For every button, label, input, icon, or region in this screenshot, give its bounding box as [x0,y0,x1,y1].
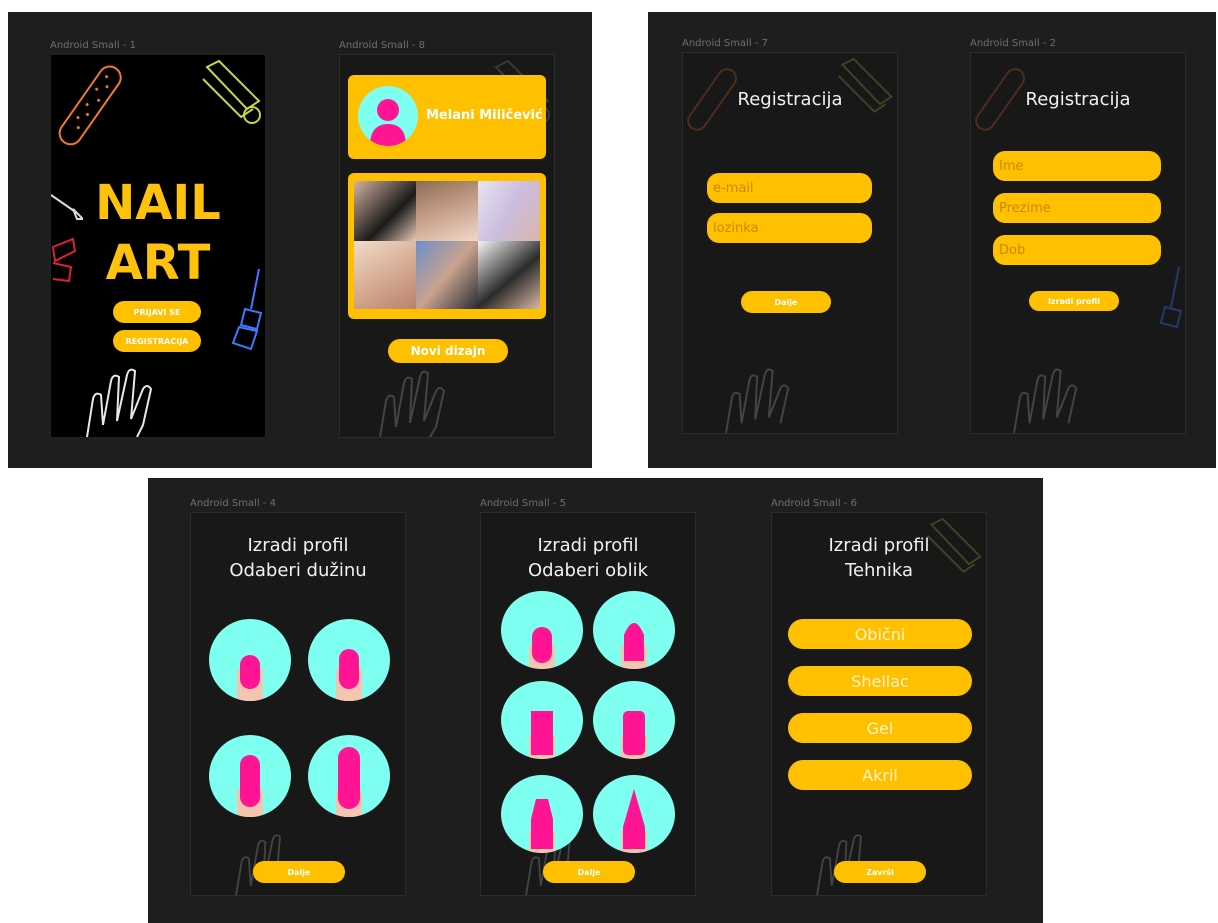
profile-card: Melani Miličević [348,75,546,159]
gallery-photo[interactable] [354,181,416,241]
gallery-photo[interactable] [478,181,540,241]
screen-choose-shape: Izradi profil Odaberi oblik Dalje [480,512,696,896]
technique-option-acrylic[interactable]: Akril [788,760,972,790]
gallery [348,173,546,319]
page-title-line1: Izradi profil [828,535,930,556]
screen-splash: NAIL ART PRIJAVI SE REGISTRACIJA [50,54,266,438]
frame-label: Android Small - 2 [970,38,1056,49]
email-field[interactable]: e-mail [707,173,872,203]
screen-profile: Melani Miličević Novi dizajn [339,54,555,438]
nail-file-icon [58,65,122,146]
length-option-medium[interactable] [308,619,390,701]
next-button[interactable]: Dalje [741,291,831,313]
screen-register-step1: Registracija e-mail lozinka Dalje [682,52,898,434]
user-avatar-icon [358,86,418,146]
hand-icon [86,368,153,437]
technique-option-regular[interactable]: Obični [788,619,972,649]
gallery-photo[interactable] [354,241,416,309]
page-title-line1: Izradi profil [247,535,349,556]
shape-option-coffin[interactable] [501,775,583,853]
shape-option-stiletto[interactable] [593,775,675,853]
frame-label: Android Small - 1 [50,40,136,51]
hand-icon [1013,368,1078,433]
technique-option-gel[interactable]: Gel [788,713,972,743]
gallery-photo[interactable] [478,241,540,309]
canvas-bottom: Android Small - 4 Android Small - 5 Andr… [148,478,1043,923]
age-field[interactable]: Dob [993,235,1161,265]
shape-option-round[interactable] [501,591,583,669]
page-title-line2: Odaberi oblik [527,560,649,581]
next-button[interactable]: Dalje [253,861,345,883]
canvas-top-right: Android Small - 7 Android Small - 2 Regi… [648,12,1216,468]
page-title-line2: Tehnika [845,560,913,581]
password-field[interactable]: lozinka [707,213,872,243]
finish-button[interactable]: Završi [834,861,926,883]
gallery-photo[interactable] [416,241,478,309]
page-title: Registracija [1025,89,1131,110]
shape-option-squoval[interactable] [593,681,675,759]
app-title-line2: ART [105,235,211,291]
technique-option-shellac[interactable]: Shellac [788,666,972,696]
page-title-line2: Odaberi dužinu [229,560,367,581]
shape-option-oval[interactable] [593,591,675,669]
app-title: NAIL ART [51,173,265,293]
page-title: Izradi profil Tehnika [772,533,986,583]
app-title-line1: NAIL [95,175,221,231]
next-button[interactable]: Dalje [543,861,635,883]
screen-choose-technique: Izradi profil Tehnika Obični Shellac Gel… [771,512,987,896]
page-title: Izradi profil Odaberi oblik [481,533,695,583]
frame-label: Android Small - 6 [771,498,857,509]
length-option-short[interactable] [209,619,291,701]
page-title: Izradi profil Odaberi dužinu [191,533,405,583]
create-profile-button[interactable]: Izradi profil [1029,291,1119,311]
new-design-button[interactable]: Novi dizajn [388,339,508,363]
page-title-line1: Izradi profil [537,535,639,556]
gallery-photo[interactable] [416,181,478,241]
register-button[interactable]: REGISTRACIJA [113,330,201,352]
page-title: Registracija [737,89,843,110]
length-option-long[interactable] [209,735,291,817]
frame-label: Android Small - 5 [480,498,566,509]
frame-label: Android Small - 8 [339,40,425,51]
hand-icon [379,370,446,437]
frame-label: Android Small - 7 [682,38,768,49]
nail-clipper-icon [202,59,261,124]
frame-label: Android Small - 4 [190,498,276,509]
last-name-field[interactable]: Prezime [993,193,1161,223]
length-option-extra-long[interactable] [308,735,390,817]
user-name: Melani Miličević [426,108,543,123]
login-button[interactable]: PRIJAVI SE [113,301,201,323]
screen-choose-length: Izradi profil Odaberi dužinu Dalje [190,512,406,896]
shape-option-square[interactable] [501,681,583,759]
canvas-top-left: Android Small - 1 Android Small - 8 NAIL… [8,12,592,468]
hand-icon [725,368,790,433]
first-name-field[interactable]: Ime [993,151,1161,181]
screen-register-step2: Registracija Ime Prezime Dob Izradi prof… [970,52,1186,434]
nail-brush-icon [1159,267,1183,329]
